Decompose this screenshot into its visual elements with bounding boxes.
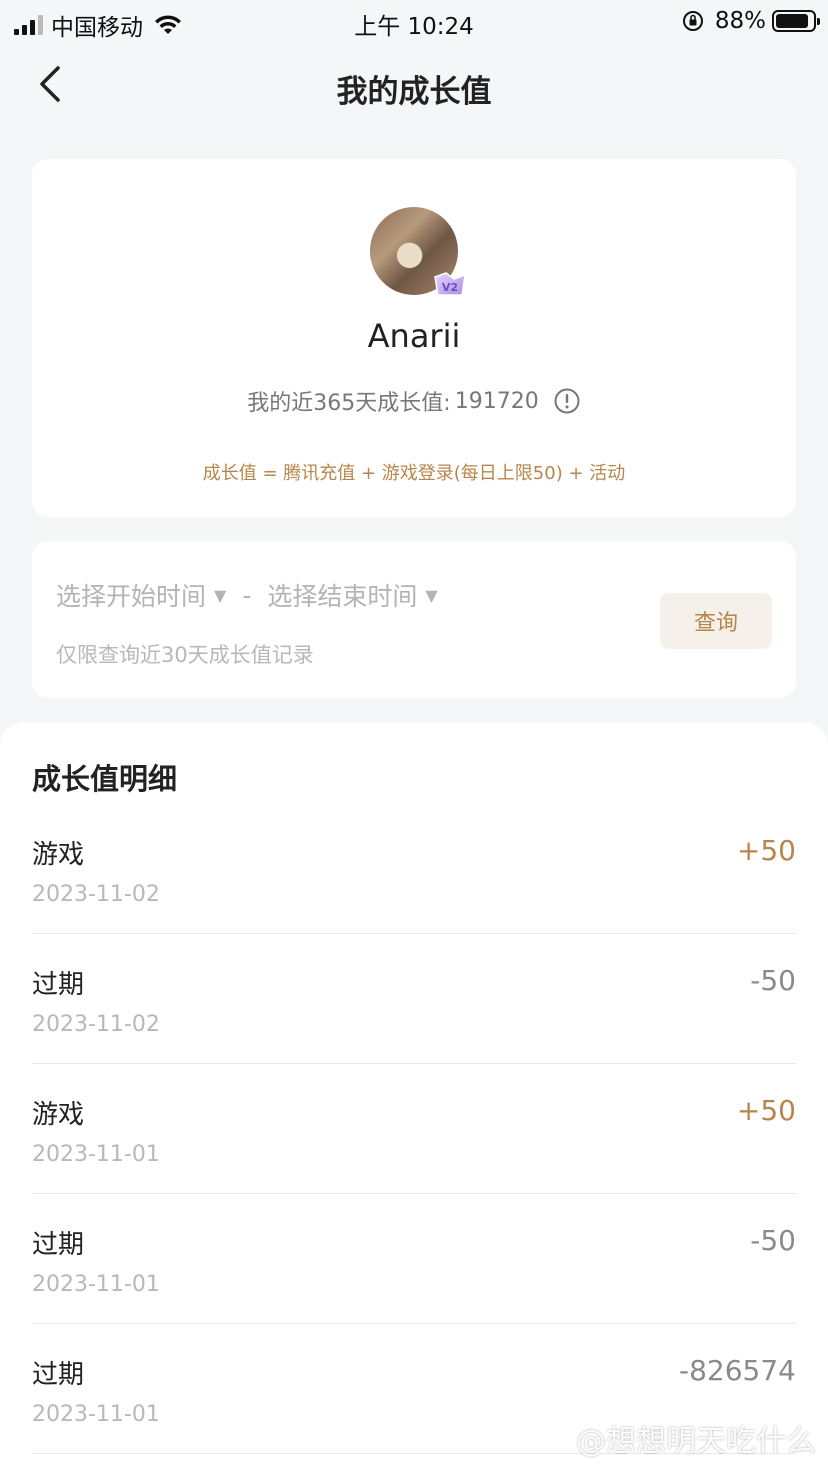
- growth-total-value: 191720: [454, 388, 539, 414]
- list-item: 游戏 2023-11-01 +50: [32, 1064, 796, 1194]
- orientation-lock-icon: [682, 11, 703, 31]
- record-date: 2023-11-02: [32, 1012, 160, 1037]
- record-name: 游戏: [32, 840, 85, 870]
- end-date-picker[interactable]: 选择结束时间 ▼: [267, 577, 437, 613]
- profile-card: V2 Anarii 我的近365天成长值: 191720 成长值 = 腾讯充值 …: [32, 159, 796, 517]
- avatar-container[interactable]: V2: [370, 207, 466, 297]
- record-name: 过期: [32, 1230, 85, 1260]
- vip-badge-icon: V2: [434, 272, 466, 296]
- record-date: 2023-11-01: [32, 1142, 160, 1167]
- record-value: -826574: [679, 1354, 796, 1387]
- record-date: 2023-11-02: [32, 882, 160, 907]
- query-button[interactable]: 查询: [660, 593, 772, 649]
- caret-down-icon: ▼: [425, 585, 438, 605]
- date-separator: -: [242, 580, 252, 610]
- date-filter-card: 选择开始时间 ▼ - 选择结束时间 ▼ 仅限查询近30天成长值记录 查询: [32, 541, 796, 698]
- start-date-placeholder: 选择开始时间: [56, 582, 207, 611]
- record-value: -50: [750, 1224, 796, 1257]
- filter-note: 仅限查询近30天成长值记录: [56, 643, 314, 667]
- watermark: @想想明天吃什么: [576, 1424, 816, 1459]
- info-icon[interactable]: [553, 387, 581, 415]
- growth-total: 我的近365天成长值: 191720: [32, 385, 796, 417]
- growth-details-panel: 成长值明细 游戏 2023-11-02 +50 过期 2023-11-02 -5…: [0, 722, 828, 1472]
- caret-down-icon: ▼: [214, 585, 227, 605]
- vip-badge-text: V2: [442, 281, 458, 294]
- status-bar: 中国移动 上午 10:24 88%: [0, 0, 828, 42]
- record-date: 2023-11-01: [32, 1272, 160, 1297]
- username: Anarii: [367, 317, 461, 355]
- record-value: +50: [736, 1094, 796, 1127]
- details-list: 游戏 2023-11-02 +50 过期 2023-11-02 -50 游戏 2…: [32, 804, 796, 1454]
- list-item: 过期 2023-11-01 -50: [32, 1194, 796, 1324]
- growth-formula: 成长值 = 腾讯充值 + 游戏登录(每日上限50) + 活动: [202, 463, 626, 484]
- nav-bar: 我的成长值: [0, 42, 828, 130]
- record-name: 过期: [32, 1360, 85, 1390]
- growth-total-label: 我的近365天成长值:: [247, 391, 451, 416]
- record-date: 2023-11-01: [32, 1402, 160, 1427]
- list-item: 游戏 2023-11-02 +50: [32, 804, 796, 934]
- battery-percent: 88%: [714, 8, 766, 34]
- end-date-placeholder: 选择结束时间: [267, 582, 418, 611]
- record-name: 过期: [32, 970, 85, 1000]
- details-title: 成长值明细: [32, 762, 178, 796]
- page-title: 我的成长值: [336, 74, 492, 110]
- record-name: 游戏: [32, 1100, 85, 1130]
- record-value: -50: [750, 964, 796, 997]
- battery-level: [776, 14, 808, 28]
- battery-icon: [772, 10, 820, 32]
- list-item: 过期 2023-11-02 -50: [32, 934, 796, 1064]
- record-value: +50: [736, 834, 796, 867]
- start-date-picker[interactable]: 选择开始时间 ▼: [56, 577, 226, 613]
